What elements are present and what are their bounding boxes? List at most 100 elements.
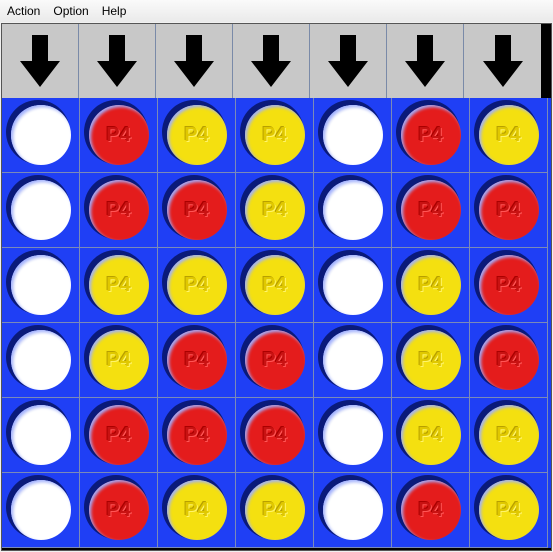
red-disc: P4 xyxy=(166,405,227,465)
board-cell[interactable]: P4 xyxy=(158,248,236,323)
board-cell[interactable] xyxy=(314,98,392,173)
empty-slot xyxy=(322,330,383,390)
empty-slot xyxy=(10,480,71,540)
red-disc: P4 xyxy=(88,105,149,165)
yellow-disc: P4 xyxy=(166,480,227,540)
yellow-disc: P4 xyxy=(166,105,227,165)
board-cell[interactable] xyxy=(314,248,392,323)
disc-grid: P4 P4 P4 P4 P4 P4 P4 P4 P4 P4 P4 P4 P4 P4 P4 P4 P4 P4 P4 P4… xyxy=(2,98,551,548)
board-cell[interactable] xyxy=(2,248,80,323)
board-cell[interactable]: P4 xyxy=(80,398,158,473)
game-board: P4 P4 P4 P4 P4 P4 P4 P4 P4 P4 P4 P4 P4 P4 P4 P4 P4 P4 P4 P4… xyxy=(1,23,552,551)
drop-column-button-7[interactable] xyxy=(464,24,541,98)
arrow-down-icon xyxy=(328,35,368,87)
empty-slot xyxy=(10,330,71,390)
board-cell[interactable]: P4 xyxy=(470,398,548,473)
board-cell[interactable]: P4 xyxy=(236,323,314,398)
board-cell[interactable]: P4 xyxy=(392,173,470,248)
red-disc: P4 xyxy=(166,330,227,390)
yellow-disc: P4 xyxy=(88,330,149,390)
yellow-disc: P4 xyxy=(166,255,227,315)
red-disc: P4 xyxy=(478,180,539,240)
board-cell[interactable]: P4 xyxy=(236,173,314,248)
red-disc: P4 xyxy=(244,330,305,390)
menu-bar: Action Option Help xyxy=(0,0,553,22)
empty-slot xyxy=(322,105,383,165)
arrow-down-icon xyxy=(251,35,291,87)
board-cell[interactable]: P4 xyxy=(392,248,470,323)
board-cell[interactable] xyxy=(314,473,392,548)
drop-column-button-3[interactable] xyxy=(156,24,233,98)
empty-slot xyxy=(10,255,71,315)
board-cell[interactable] xyxy=(314,173,392,248)
board-cell[interactable]: P4 xyxy=(236,248,314,323)
red-disc: P4 xyxy=(478,330,539,390)
yellow-disc: P4 xyxy=(244,255,305,315)
empty-slot xyxy=(322,480,383,540)
board-cell[interactable]: P4 xyxy=(392,398,470,473)
board-cell[interactable]: P4 xyxy=(158,398,236,473)
red-disc: P4 xyxy=(88,405,149,465)
red-disc: P4 xyxy=(88,180,149,240)
board-cell[interactable]: P4 xyxy=(392,323,470,398)
yellow-disc: P4 xyxy=(400,255,461,315)
board-cell[interactable]: P4 xyxy=(80,473,158,548)
board-cell[interactable]: P4 xyxy=(80,98,158,173)
board-cell[interactable]: P4 xyxy=(470,323,548,398)
board-cell[interactable]: P4 xyxy=(470,248,548,323)
arrow-down-icon xyxy=(482,35,523,87)
arrow-down-icon xyxy=(97,35,137,87)
drop-column-button-1[interactable] xyxy=(2,24,79,98)
board-cell[interactable] xyxy=(2,323,80,398)
board-cell[interactable]: P4 xyxy=(470,173,548,248)
empty-slot xyxy=(322,255,383,315)
board-cell[interactable]: P4 xyxy=(392,473,470,548)
yellow-disc: P4 xyxy=(478,480,539,540)
yellow-disc: P4 xyxy=(88,255,149,315)
arrow-down-icon xyxy=(405,35,445,87)
red-disc: P4 xyxy=(244,405,305,465)
board-cell[interactable]: P4 xyxy=(158,473,236,548)
menu-action[interactable]: Action xyxy=(4,4,46,18)
yellow-disc: P4 xyxy=(400,330,461,390)
board-cell[interactable]: P4 xyxy=(158,323,236,398)
drop-column-button-5[interactable] xyxy=(310,24,387,98)
board-cell[interactable]: P4 xyxy=(236,98,314,173)
board-cell[interactable] xyxy=(2,473,80,548)
empty-slot xyxy=(322,405,383,465)
arrow-down-icon xyxy=(174,35,214,87)
drop-column-button-6[interactable] xyxy=(387,24,464,98)
board-cell[interactable]: P4 xyxy=(158,98,236,173)
board-cell[interactable]: P4 xyxy=(236,473,314,548)
board-cell[interactable]: P4 xyxy=(470,98,548,173)
empty-slot xyxy=(322,180,383,240)
board-cell[interactable]: P4 xyxy=(80,323,158,398)
board-cell[interactable] xyxy=(2,98,80,173)
board-cell[interactable] xyxy=(2,398,80,473)
board-cell[interactable]: P4 xyxy=(392,98,470,173)
arrow-down-icon xyxy=(20,35,60,87)
red-disc: P4 xyxy=(166,180,227,240)
board-cell[interactable]: P4 xyxy=(236,398,314,473)
red-disc: P4 xyxy=(88,480,149,540)
menu-option[interactable]: Option xyxy=(50,4,94,18)
red-disc: P4 xyxy=(400,180,461,240)
board-cell[interactable]: P4 xyxy=(80,248,158,323)
yellow-disc: P4 xyxy=(478,405,539,465)
drop-column-button-4[interactable] xyxy=(233,24,310,98)
empty-slot xyxy=(10,105,71,165)
board-cell[interactable]: P4 xyxy=(158,173,236,248)
board-cell[interactable] xyxy=(314,398,392,473)
yellow-disc: P4 xyxy=(478,105,539,165)
menu-help[interactable]: Help xyxy=(99,4,133,18)
red-disc: P4 xyxy=(400,480,461,540)
board-cell[interactable] xyxy=(2,173,80,248)
drop-column-button-2[interactable] xyxy=(79,24,156,98)
board-cell[interactable]: P4 xyxy=(80,173,158,248)
board-cell[interactable] xyxy=(314,323,392,398)
drop-buttons-row xyxy=(2,24,551,98)
yellow-disc: P4 xyxy=(244,480,305,540)
board-cell[interactable]: P4 xyxy=(470,473,548,548)
yellow-disc: P4 xyxy=(244,105,305,165)
empty-slot xyxy=(10,180,71,240)
